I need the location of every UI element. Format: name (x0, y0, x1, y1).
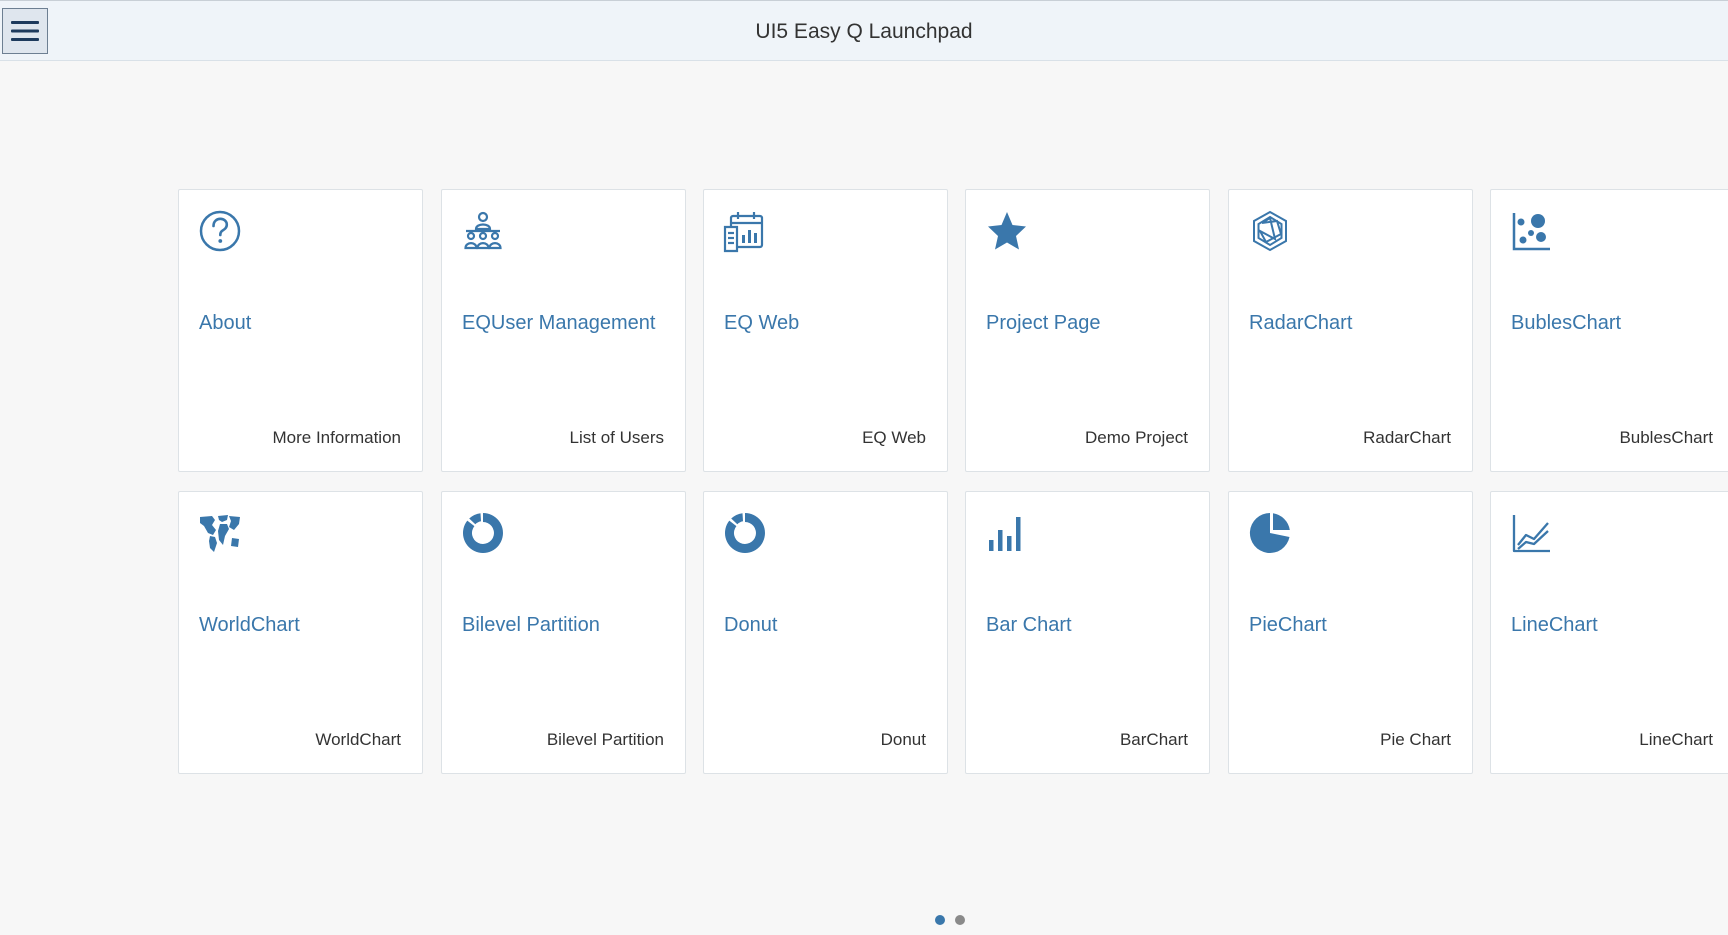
donut-chart-icon (461, 511, 505, 555)
donut-chart-icon (723, 511, 767, 555)
radar-chart-icon (1248, 209, 1292, 253)
tile-footer: Bilevel Partition (546, 730, 664, 749)
page-dot-2[interactable] (955, 915, 965, 925)
tile-title: RadarChart (1249, 312, 1353, 334)
group-users-icon (461, 209, 505, 253)
tile-footer: RadarChart (1363, 428, 1451, 447)
tile-title: Bilevel Partition (462, 614, 600, 636)
tile-title: EQ Web (724, 312, 800, 334)
tile-title: PieChart (1249, 614, 1327, 636)
tile-piechart[interactable]: PieChart Pie Chart (1228, 491, 1473, 774)
tile-footer: Demo Project (1085, 428, 1188, 447)
tile-footer: LineChart (1639, 730, 1713, 749)
menu-button[interactable] (2, 8, 48, 54)
tile-title: Donut (724, 614, 778, 636)
pie-chart-icon (1248, 511, 1292, 555)
world-map-icon (198, 511, 242, 555)
tile-footer: BublesChart (1619, 428, 1713, 447)
bar-chart-icon (985, 511, 1029, 555)
question-circle-icon (198, 209, 242, 253)
tile-footer: BarChart (1119, 730, 1188, 749)
tile-title: Bar Chart (986, 614, 1072, 636)
tile-footer: Donut (880, 730, 926, 749)
page-title: UI5 Easy Q Launchpad (755, 20, 973, 43)
page-dot-1[interactable] (935, 915, 945, 925)
tile-footer: List of Users (569, 428, 664, 447)
line-chart-icon (1510, 511, 1554, 555)
tile-donut[interactable]: Donut Donut (703, 491, 948, 774)
hamburger-menu-icon (11, 21, 39, 41)
tile-title: WorldChart (199, 614, 300, 636)
tile-title: Project Page (986, 312, 1101, 334)
bubble-chart-icon (1510, 209, 1554, 253)
tile-bar-chart[interactable]: Bar Chart BarChart (965, 491, 1210, 774)
tile-footer: Pie Chart (1380, 730, 1451, 749)
tile-about[interactable]: About More Information (178, 189, 423, 472)
tile-title: About (199, 312, 252, 334)
tile-title: BublesChart (1511, 312, 1622, 334)
calendar-chart-icon (723, 209, 767, 253)
shell-header: UI5 Easy Q Launchpad (0, 0, 1728, 61)
tile-eq-web[interactable]: EQ Web EQ Web (703, 189, 948, 472)
tile-radarchart[interactable]: RadarChart RadarChart (1228, 189, 1473, 472)
tile-project-page[interactable]: Project Page Demo Project (965, 189, 1210, 472)
tile-footer: WorldChart (315, 730, 401, 749)
tile-title: LineChart (1511, 614, 1598, 636)
tile-footer: More Information (272, 428, 402, 447)
tile-title: EQUser Management (462, 312, 656, 334)
page-indicator (935, 915, 965, 925)
star-icon (985, 209, 1029, 253)
tile-bubleschart[interactable]: BublesChart BublesChart (1490, 189, 1728, 472)
tile-footer: EQ Web (862, 428, 926, 447)
tile-worldchart[interactable]: WorldChart WorldChart (178, 491, 423, 774)
tile-bilevel-partition[interactable]: Bilevel Partition Bilevel Partition (441, 491, 686, 774)
tile-linechart[interactable]: LineChart LineChart (1490, 491, 1728, 774)
tile-equser-management[interactable]: EQUser Management List of Users (441, 189, 686, 472)
